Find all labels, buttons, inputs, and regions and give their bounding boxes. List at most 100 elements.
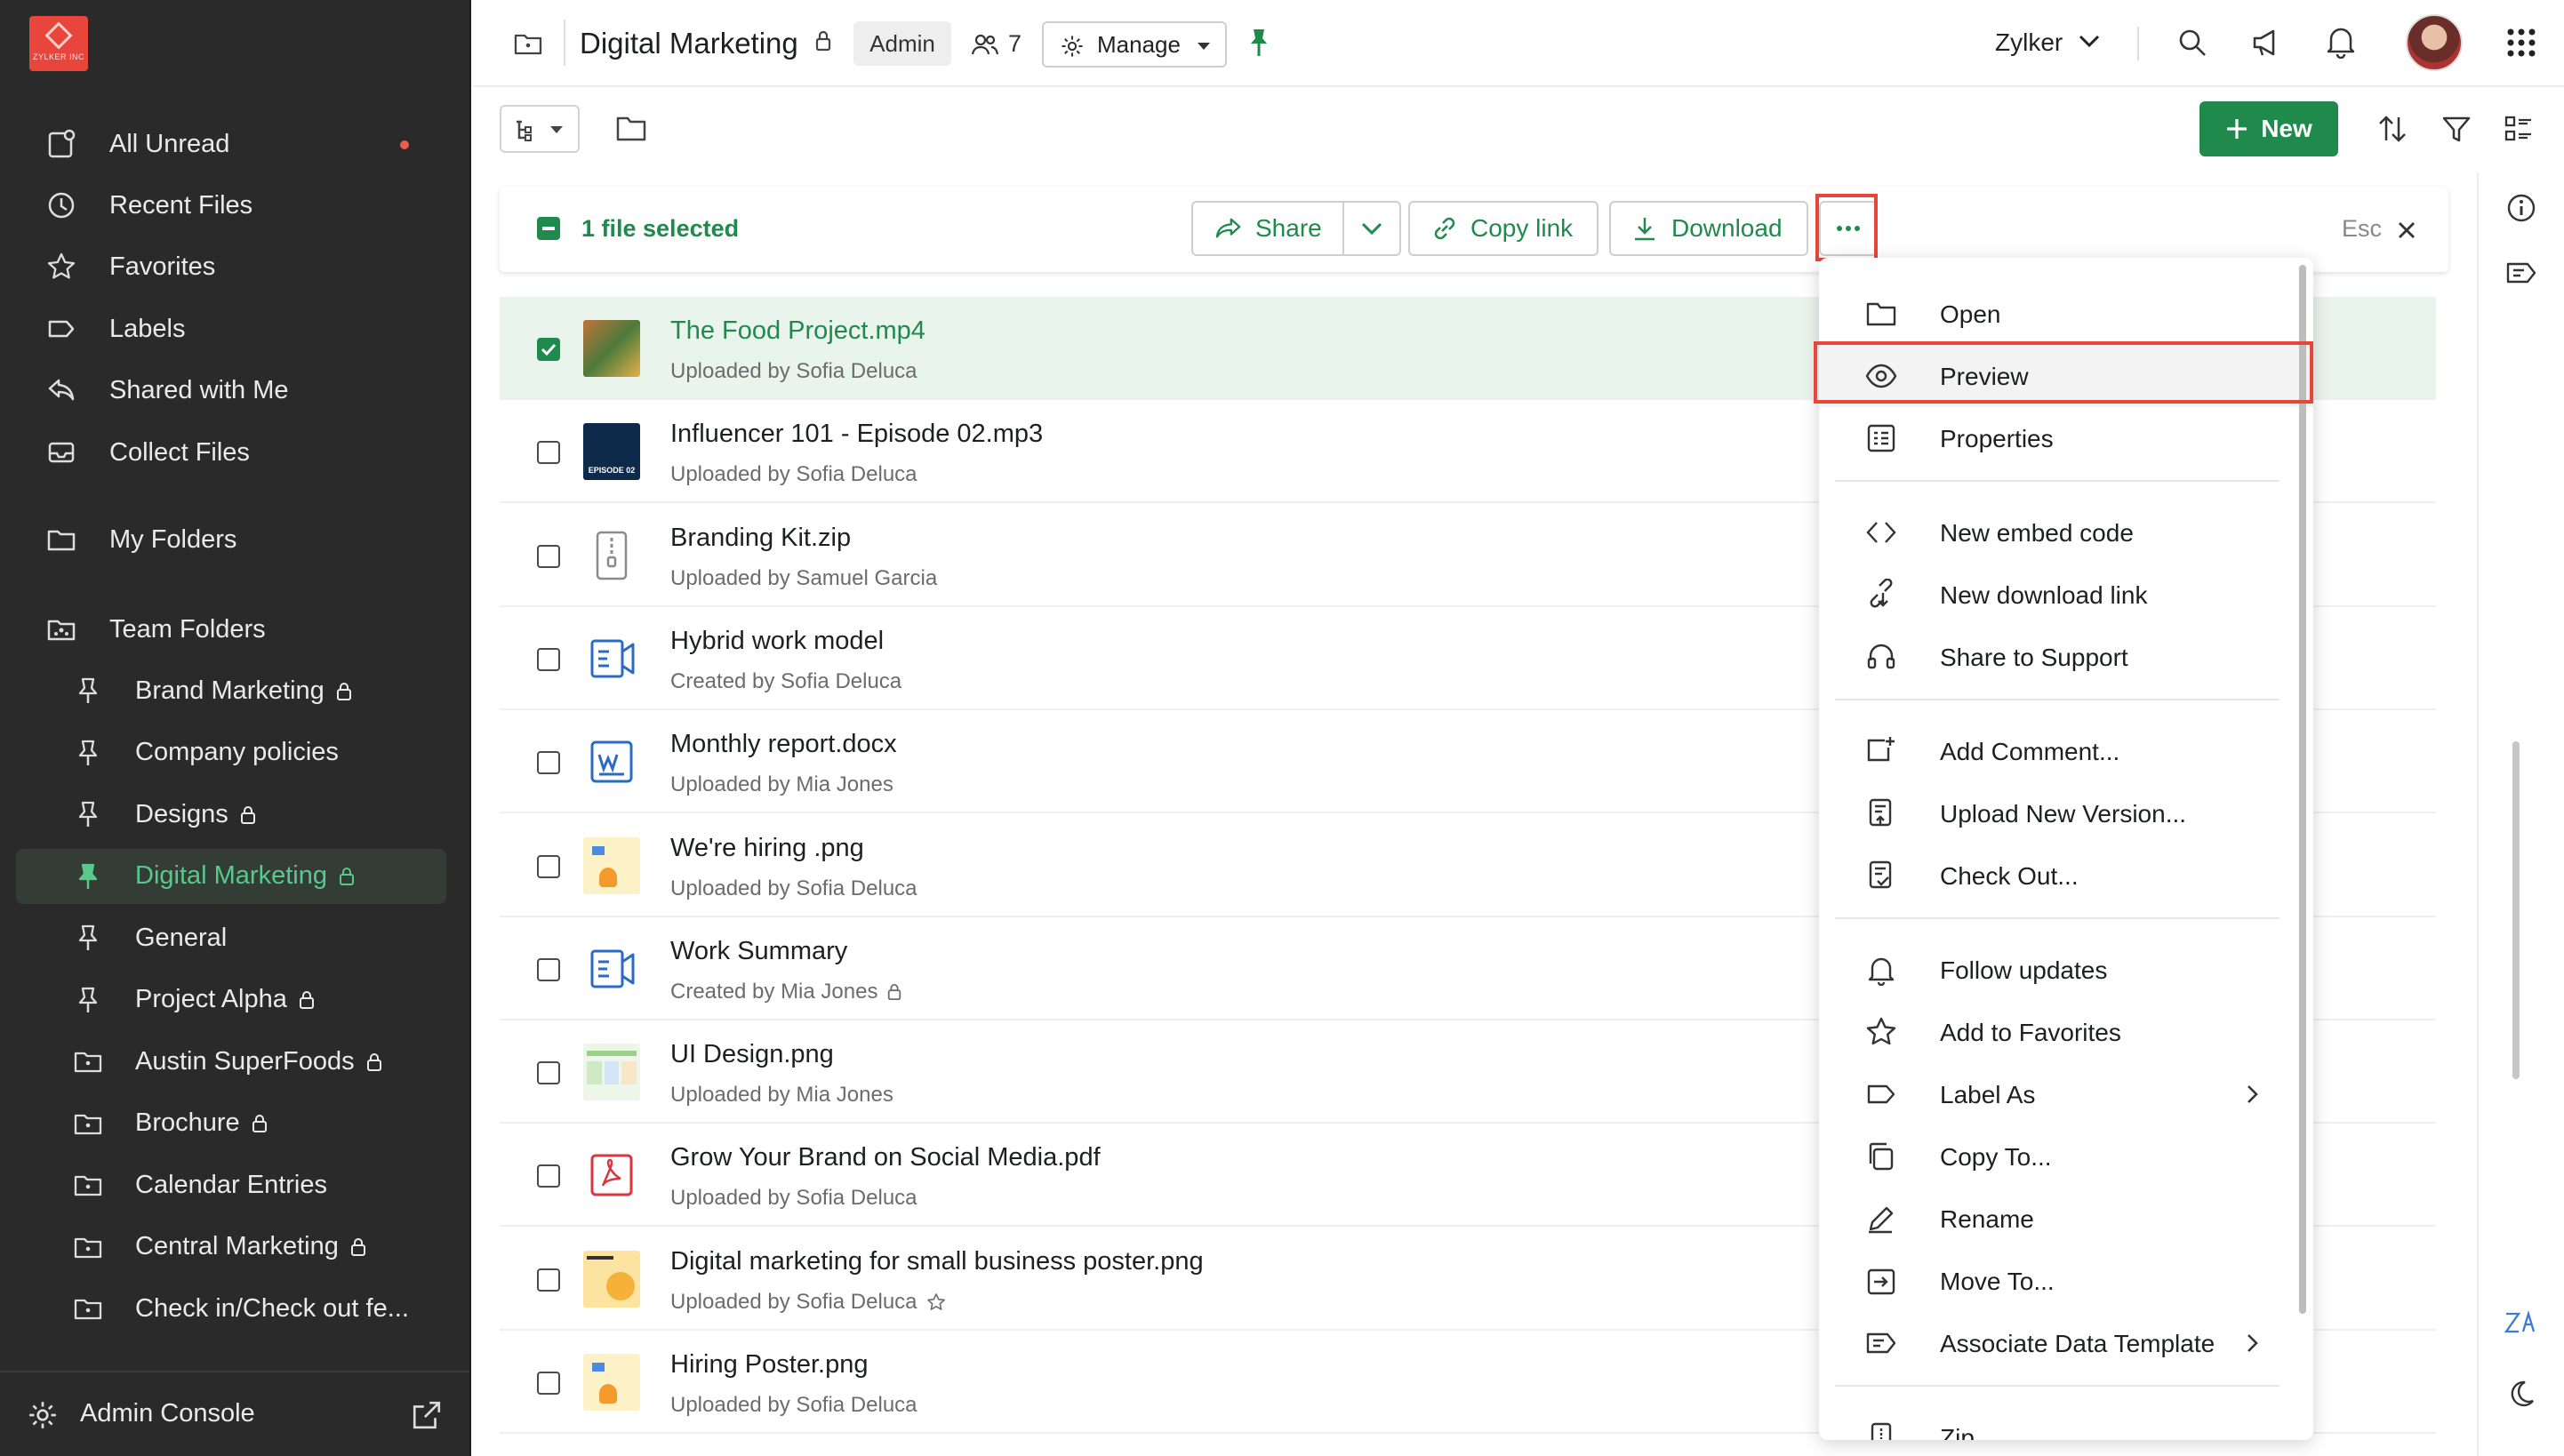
members-button[interactable]: 7 (971, 30, 1022, 58)
star-icon[interactable] (926, 1292, 946, 1312)
menu-item-share-to-support[interactable]: Share to Support (1819, 626, 2313, 688)
more-actions-button[interactable] (1819, 201, 1878, 256)
menu-item-label: Label As (1940, 1081, 2036, 1108)
open-external-icon[interactable] (411, 1399, 443, 1431)
sidebar-item-recent-files[interactable]: Recent Files (16, 178, 446, 233)
sidebar-item-austin-superfoods[interactable]: Austin SuperFoods (16, 1034, 446, 1089)
file-meta: Uploaded by Sofia Deluca (670, 1186, 917, 1211)
download-button[interactable]: Download (1609, 201, 1808, 256)
file-thumbnail (583, 630, 640, 687)
row-checkbox[interactable] (537, 1268, 560, 1292)
lock-icon (815, 30, 831, 52)
menu-item-move-to[interactable]: Move To... (1819, 1250, 2313, 1312)
menu-item-follow-updates[interactable]: Follow updates (1819, 939, 2313, 1001)
new-button[interactable]: New (2199, 101, 2338, 156)
row-checkbox[interactable] (537, 544, 560, 568)
page-scrollbar[interactable] (2512, 741, 2520, 1079)
sidebar-item-brand-marketing[interactable]: Brand Marketing (16, 663, 446, 718)
share-button[interactable]: Share (1191, 201, 1344, 256)
file-name[interactable]: Branding Kit.zip (670, 524, 851, 553)
sidebar-item-collect-files[interactable]: Collect Files (16, 425, 446, 480)
manage-button[interactable]: Manage (1042, 21, 1227, 68)
view-options-icon[interactable] (2504, 114, 2534, 144)
file-name[interactable]: Monthly report.docx (670, 730, 897, 759)
company-logo[interactable]: ZYLKER INC (29, 16, 88, 71)
file-name[interactable]: Digital marketing for small business pos… (670, 1247, 1204, 1276)
share-options-button[interactable] (1342, 201, 1401, 256)
row-checkbox[interactable] (537, 647, 560, 671)
copy-link-button[interactable]: Copy link (1408, 201, 1598, 256)
menu-item-check-out[interactable]: Check Out... (1819, 844, 2313, 907)
menu-item-open[interactable]: Open (1819, 283, 2313, 345)
dark-mode-icon[interactable] (2507, 1380, 2536, 1408)
tree-view-button[interactable] (500, 105, 580, 153)
file-name[interactable]: Hybrid work model (670, 627, 884, 656)
sidebar-item-calendar-entries[interactable]: Calendar Entries (16, 1157, 446, 1212)
row-checkbox[interactable] (537, 441, 560, 465)
sidebar-item-brochure[interactable]: Brochure (16, 1096, 446, 1151)
chevron-down-icon[interactable] (2079, 34, 2100, 48)
data-template-icon[interactable] (2505, 258, 2537, 288)
menu-item-preview[interactable]: Preview (1819, 345, 2313, 407)
menu-scrollbar[interactable] (2299, 265, 2306, 1314)
sidebar-item-general[interactable]: General (16, 910, 446, 965)
menu-item-associate-data-template[interactable]: Associate Data Template (1819, 1312, 2313, 1374)
row-checkbox[interactable] (537, 1164, 560, 1188)
row-checkbox[interactable] (537, 854, 560, 878)
file-name[interactable]: Grow Your Brand on Social Media.pdf (670, 1143, 1101, 1172)
file-name[interactable]: The Food Project.mp4 (670, 316, 925, 346)
menu-item-rename[interactable]: Rename (1819, 1188, 2313, 1250)
context-menu: Open Preview Properties New embed code New d… (1819, 258, 2313, 1440)
apps-grid-icon[interactable] (2505, 27, 2537, 59)
close-icon[interactable] (2397, 220, 2416, 240)
row-checkbox[interactable] (537, 751, 560, 775)
right-rail (2477, 172, 2564, 1456)
sidebar-item-designs[interactable]: Designs (16, 787, 446, 842)
pin-icon[interactable] (1246, 27, 1271, 59)
file-name[interactable]: We're hiring .png (670, 834, 864, 863)
menu-item-new-embed-code[interactable]: New embed code (1819, 501, 2313, 564)
sidebar-item-labels[interactable]: Labels (16, 301, 446, 356)
sidebar-item-central-marketing[interactable]: Central Marketing (16, 1220, 446, 1275)
menu-item-zip[interactable]: Zip (1819, 1406, 2313, 1440)
sidebar-item-digital-marketing[interactable]: Digital Marketing (16, 848, 446, 904)
file-name[interactable]: Influencer 101 - Episode 02.mp3 (670, 420, 1043, 449)
menu-item-add-to-favorites[interactable]: Add to Favorites (1819, 1001, 2313, 1063)
sort-icon[interactable] (2377, 114, 2408, 144)
bell-icon[interactable] (2326, 25, 2356, 59)
deselect-checkbox[interactable] (537, 217, 560, 240)
star-icon (47, 252, 76, 279)
file-name[interactable]: UI Design.png (670, 1040, 834, 1069)
sidebar-item-favorites[interactable]: Favorites (16, 239, 446, 294)
menu-item-upload-new-version[interactable]: Upload New Version... (1819, 782, 2313, 844)
info-icon[interactable] (2505, 192, 2537, 224)
zia-icon[interactable] (2504, 1308, 2539, 1337)
menu-item-label: Associate Data Template (1940, 1330, 2215, 1357)
file-name[interactable]: Work Summary (670, 937, 847, 966)
menu-item-label-as[interactable]: Label As (1819, 1063, 2313, 1125)
sidebar-item-company-policies[interactable]: Company policies (16, 725, 446, 780)
avatar[interactable] (2406, 14, 2463, 71)
menu-item-properties[interactable]: Properties (1819, 407, 2313, 469)
sidebar-item-my-folders[interactable]: My Folders (16, 512, 446, 567)
row-checkbox[interactable] (537, 1061, 560, 1085)
menu-item-new-download-link[interactable]: New download link (1819, 564, 2313, 626)
sidebar-item-shared-with-me[interactable]: Shared with Me (16, 363, 446, 418)
sidebar-item-project-alpha[interactable]: Project Alpha (16, 972, 446, 1028)
row-checkbox[interactable] (537, 957, 560, 981)
sidebar-item-all-unread[interactable]: All Unread (16, 116, 446, 172)
sidebar-item-check-in-check-out-fe[interactable]: Check in/Check out fe... (16, 1281, 446, 1336)
menu-item-copy-to[interactable]: Copy To... (1819, 1125, 2313, 1188)
filter-icon[interactable] (2441, 116, 2472, 144)
admin-console-button[interactable]: Admin Console (0, 1371, 469, 1456)
org-selector[interactable]: Zylker (1995, 28, 2063, 57)
row-checkbox[interactable] (537, 1372, 560, 1395)
sidebar-item-team-folders[interactable]: Team Folders (16, 602, 446, 657)
folder-icon[interactable] (615, 114, 647, 142)
row-checkbox[interactable] (537, 338, 560, 361)
search-icon[interactable] (2176, 27, 2208, 59)
menu-item-add-comment[interactable]: Add Comment... (1819, 720, 2313, 782)
announcement-icon[interactable] (2251, 27, 2285, 59)
copy-link-label: Copy link (1470, 214, 1574, 242)
file-name[interactable]: Hiring Poster.png (670, 1350, 868, 1380)
